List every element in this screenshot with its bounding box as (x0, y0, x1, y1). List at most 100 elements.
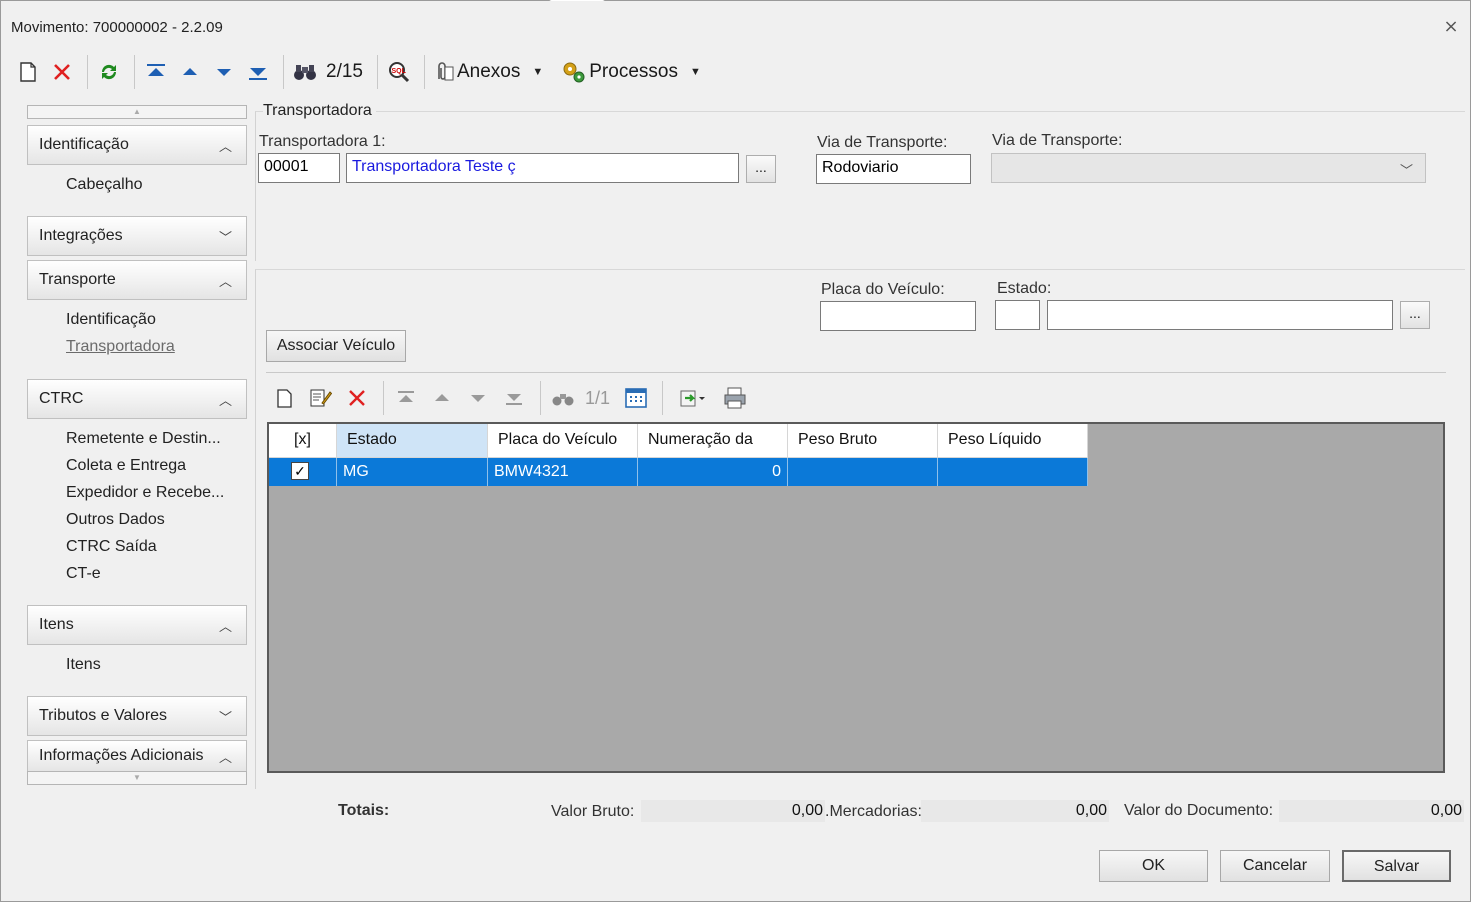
valor-bruto-value: 0,00 (641, 800, 825, 822)
sidebar-item-outros-dados[interactable]: Outros Dados (66, 511, 165, 529)
grid-new-button[interactable] (269, 382, 301, 414)
transportadora1-lookup-button[interactable]: ... (746, 155, 776, 183)
transportadora1-name-input[interactable]: Transportadora Teste ç (346, 153, 739, 183)
sidebar-group-tributos[interactable]: Tributos e Valores ﹀ (27, 696, 247, 736)
chevron-up-icon[interactable]: ︿ (219, 390, 232, 409)
close-icon[interactable]: ⨯ (1440, 15, 1462, 37)
chevron-down-icon[interactable]: ﹀ (219, 227, 232, 246)
sidebar-scroll-down[interactable]: ▼ (27, 771, 247, 785)
sidebar-scroll-up[interactable]: ▲ (27, 105, 247, 119)
row-select-cell[interactable]: ✓ (269, 458, 337, 486)
toolbar-separator (662, 381, 664, 415)
mercadorias-label: .Mercadorias: (825, 803, 922, 820)
sidebar-group-label: CTRC (39, 390, 84, 407)
sidebar-group-informacoes[interactable]: Informações Adicionais ︿ (27, 740, 247, 772)
new-record-button[interactable] (13, 55, 43, 89)
estado-code-input[interactable] (995, 300, 1040, 330)
grid-print-button[interactable] (719, 382, 751, 414)
find-record-button[interactable] (290, 55, 320, 89)
chevron-up-icon[interactable]: ︿ (219, 616, 232, 635)
via-transporte-select-label: Via de Transporte: (992, 132, 1123, 149)
via-transporte-input[interactable]: Rodoviario (816, 154, 971, 184)
sidebar-group-label: Identificação (39, 136, 129, 153)
grid-delete-button[interactable] (341, 382, 373, 414)
row-checkbox[interactable]: ✓ (291, 462, 309, 480)
chevron-down-icon: ▼ (689, 66, 701, 78)
grid-edit-button[interactable] (305, 382, 337, 414)
column-header-estado[interactable]: Estado (337, 424, 488, 458)
sidebar-item-itens[interactable]: Itens (66, 656, 101, 674)
processos-label: Processos (589, 61, 678, 82)
sidebar-group-integracoes[interactable]: Integrações ﹀ (27, 216, 247, 256)
estado-name-input[interactable] (1047, 300, 1393, 330)
column-header-select[interactable]: [x] (269, 424, 337, 458)
placa-veiculo-input[interactable] (820, 301, 976, 331)
toolbar-separator (283, 55, 284, 89)
via-transporte-label: Via de Transporte: (817, 134, 948, 151)
grid-last-button[interactable] (498, 382, 530, 414)
grid-previous-button[interactable] (426, 382, 458, 414)
sidebar-item-cabecalho[interactable]: Cabeçalho (66, 176, 143, 194)
chevron-down-icon: ▼ (532, 66, 544, 78)
cell-placa[interactable]: BMW4321 (488, 458, 638, 486)
save-button[interactable]: Salvar (1342, 850, 1451, 882)
sidebar-group-itens[interactable]: Itens ︿ (27, 605, 247, 645)
sidebar-item-identificacao[interactable]: Identificação (66, 311, 156, 329)
binoculars-icon (552, 394, 574, 406)
via-transporte-select[interactable]: ﹀ (991, 153, 1426, 183)
associar-veiculo-button[interactable]: Associar Veículo (266, 330, 406, 362)
chevron-down-icon[interactable]: ﹀ (219, 707, 232, 726)
ok-button[interactable]: OK (1099, 850, 1208, 882)
next-record-button[interactable] (209, 55, 239, 89)
grid-columns-button[interactable] (620, 382, 652, 414)
column-header-peso-liquido[interactable]: Peso Líquido (938, 424, 1088, 458)
sidebar-item-coleta[interactable]: Coleta e Entrega (66, 457, 186, 475)
cell-numeracao[interactable]: 0 (638, 458, 788, 486)
chevron-up-icon[interactable]: ︿ (219, 747, 232, 766)
divider (266, 372, 1446, 373)
previous-record-button[interactable] (175, 55, 205, 89)
estado-lookup-button[interactable]: ... (1400, 301, 1430, 329)
cell-peso-bruto[interactable] (788, 458, 938, 486)
grid-next-button[interactable] (462, 382, 494, 414)
sidebar-group-identificacao[interactable]: Identificação ︿ (27, 125, 247, 165)
column-header-peso-bruto[interactable]: Peso Bruto (788, 424, 938, 458)
table-row[interactable]: ✓ MG BMW4321 0 (269, 458, 1088, 486)
sidebar-item-transportadora[interactable]: Transportadora (66, 338, 175, 356)
sidebar-item-ctrc-saida[interactable]: CTRC Saída (66, 538, 157, 556)
processos-menu-button[interactable]: Processos ▼ (561, 55, 701, 89)
refresh-icon (101, 64, 117, 80)
chevron-up-icon[interactable]: ︿ (219, 136, 232, 155)
transportadora1-code-input[interactable]: 00001 (258, 153, 340, 183)
binoculars-icon (294, 65, 316, 80)
sidebar-item-remetente[interactable]: Remetente e Destin... (66, 430, 221, 448)
last-record-button[interactable] (243, 55, 273, 89)
toolbar-separator (423, 55, 425, 89)
grid-export-button[interactable] (669, 382, 715, 414)
up-arrow-icon (435, 394, 449, 401)
grid-find-button[interactable] (547, 382, 579, 414)
main-toolbar: 2/15 SQL Anexos ▼ Processos ▼ (13, 53, 705, 91)
grid-record-counter: 1/1 (585, 387, 611, 408)
sidebar-group-label: Tributos e Valores (39, 707, 168, 724)
anexos-menu-button[interactable]: Anexos ▼ (431, 55, 543, 89)
sidebar-group-transporte[interactable]: Transporte ︿ (27, 260, 247, 300)
totals-label: Totais: (338, 802, 390, 819)
sidebar-item-expedidor[interactable]: Expedidor e Recebe... (66, 484, 224, 502)
cancel-button[interactable]: Cancelar (1220, 850, 1330, 882)
delete-record-button[interactable] (47, 55, 77, 89)
vehicle-grid[interactable]: [x] Estado Placa do Veículo Numeração da… (267, 422, 1445, 773)
chevron-up-icon[interactable]: ︿ (219, 271, 232, 290)
cell-estado[interactable]: MG (337, 458, 488, 486)
column-header-placa[interactable]: Placa do Veículo (488, 424, 638, 458)
refresh-button[interactable] (94, 55, 124, 89)
column-header-numeracao[interactable]: Numeração da (638, 424, 788, 458)
grid-first-button[interactable] (390, 382, 422, 414)
sidebar-group-ctrc[interactable]: CTRC ︿ (27, 379, 247, 419)
sidebar-item-cte[interactable]: CT-e (66, 565, 101, 583)
first-record-button[interactable] (141, 55, 171, 89)
sql-search-icon: SQL (388, 62, 410, 83)
grid-toolbar: 1/1 (269, 379, 755, 417)
sql-query-button[interactable]: SQL (384, 55, 414, 89)
cell-peso-liquido[interactable] (938, 458, 1088, 486)
